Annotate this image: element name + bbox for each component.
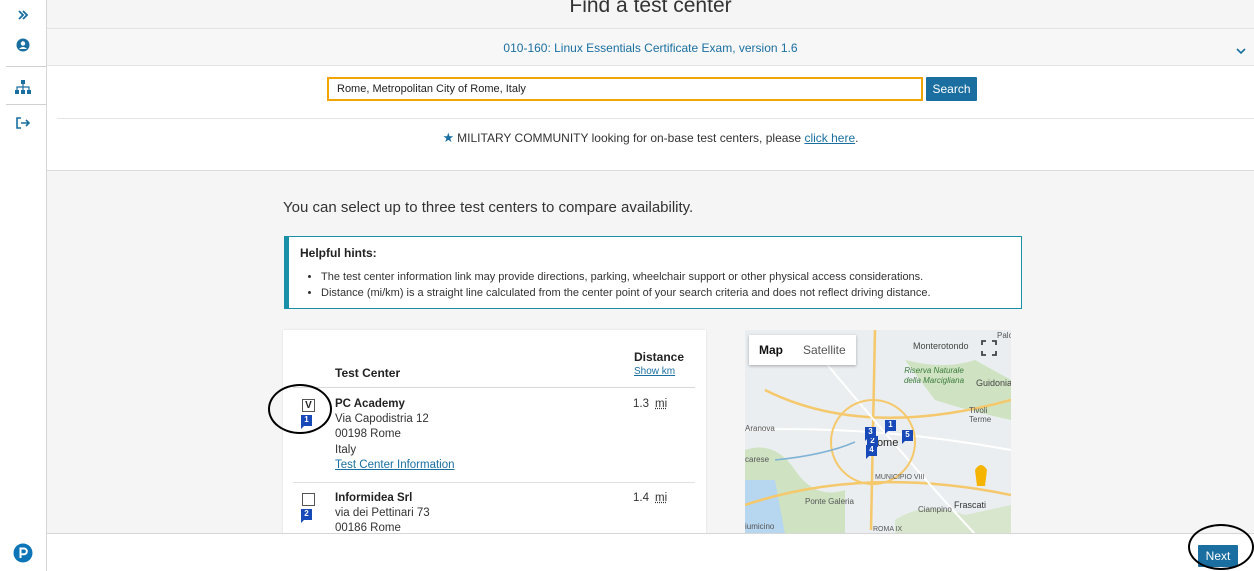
hints-title: Helpful hints:: [300, 246, 377, 260]
map-label: carese: [745, 455, 770, 464]
chevron-down-icon[interactable]: [1235, 43, 1247, 61]
exam-name: 010-160: Linux Essentials Certificate Ex…: [503, 41, 798, 55]
distance-value: 1.3: [633, 398, 649, 410]
distance-value: 1.4: [633, 492, 649, 504]
rail-divider: [6, 66, 46, 67]
pearson-logo: [0, 538, 46, 568]
column-header-distance: Distance: [634, 350, 685, 364]
map-label: Palo: [997, 331, 1011, 340]
military-notice: ★ MILITARY COMMUNITY looking for on-base …: [47, 130, 1254, 146]
exam-selector[interactable]: 010-160: Linux Essentials Certificate Ex…: [47, 28, 1254, 66]
table-row: V 1 PC Academy Via Capodistria 12 00198 …: [283, 388, 706, 482]
distance-unit: mi: [655, 492, 668, 504]
center-name: PC Academy: [335, 398, 405, 410]
map-pin-icon: 2: [301, 509, 312, 523]
map-label: Guidonia: [976, 378, 1011, 388]
map-tab-satellite[interactable]: Satellite: [793, 335, 856, 365]
center-distance: 1.3 mi: [633, 398, 667, 410]
annotation-circle: [268, 384, 332, 434]
map-label: Tivoli Terme: [969, 406, 992, 424]
map-label: ROMA IX: [873, 526, 903, 533]
annotation-circle: [1188, 524, 1254, 570]
search-input[interactable]: [327, 77, 923, 101]
divider: [57, 118, 1254, 119]
map-label: Riserva Naturale della Marcigliana: [903, 366, 965, 385]
center-info-link[interactable]: Test Center Information: [335, 459, 455, 471]
page-title: Find a test center: [569, 0, 732, 17]
map-type-tabs: Map Satellite: [749, 335, 856, 365]
star-icon: ★: [442, 130, 455, 145]
center-distance: 1.4 mi: [633, 492, 667, 504]
column-header-test-center: Test Center: [335, 366, 401, 380]
distance-unit: mi: [655, 398, 668, 410]
map-label: Aranova: [745, 424, 775, 433]
map-label: iumicino: [745, 522, 775, 531]
map-pin-icon[interactable]: 5: [902, 430, 913, 444]
military-text: MILITARY COMMUNITY looking for on-base t…: [457, 131, 802, 145]
center-name: Informidea Srl: [335, 492, 413, 504]
center-city: 00198 Rome: [335, 428, 401, 440]
map-tab-map[interactable]: Map: [749, 335, 793, 365]
center-country: Italy: [335, 444, 357, 456]
rail-divider: [6, 104, 46, 105]
map-label: Ponte Galeria: [805, 497, 854, 506]
hint-item: Distance (mi/km) is a straight line calc…: [321, 285, 931, 301]
user-icon[interactable]: [0, 30, 46, 60]
hint-item: The test center information link may pro…: [321, 269, 931, 285]
fullscreen-icon[interactable]: [981, 340, 997, 356]
military-link[interactable]: click here: [804, 131, 855, 145]
select-center-checkbox[interactable]: [302, 493, 315, 506]
compare-instructions: You can select up to three test centers …: [283, 199, 694, 216]
sitemap-icon[interactable]: [0, 72, 46, 102]
map-label: Frascati: [954, 500, 987, 510]
expand-icon[interactable]: [0, 0, 46, 30]
map-label: MUNICIPIO VIII: [875, 474, 925, 481]
show-km-link[interactable]: Show km: [634, 366, 675, 377]
center-street: Via Capodistria 12: [335, 413, 429, 425]
helpful-hints-box: Helpful hints: The test center informati…: [284, 236, 1022, 309]
map-pin-icon[interactable]: 4: [866, 445, 877, 459]
map-view[interactable]: Map Satellite Monterotondo Palo Riserva …: [745, 330, 1011, 534]
military-suffix: .: [855, 131, 859, 145]
map-pin-icon[interactable]: 1: [885, 420, 896, 434]
hints-list: The test center information link may pro…: [321, 269, 931, 301]
main-content: Find a test center 010-160: Linux Essent…: [47, 0, 1254, 571]
map-pin-icon[interactable]: 3: [865, 427, 876, 441]
logout-icon[interactable]: [0, 108, 46, 138]
search-area: Search ★MILITARY COMMUNITY looking for o…: [47, 66, 1254, 171]
center-street: via dei Pettinari 73: [335, 507, 430, 519]
map-label: Monterotondo: [913, 341, 969, 351]
search-button[interactable]: Search: [926, 77, 977, 101]
left-rail: [0, 0, 47, 571]
map-label: Ciampino: [918, 505, 952, 514]
footer-bar: Next: [47, 533, 1254, 571]
